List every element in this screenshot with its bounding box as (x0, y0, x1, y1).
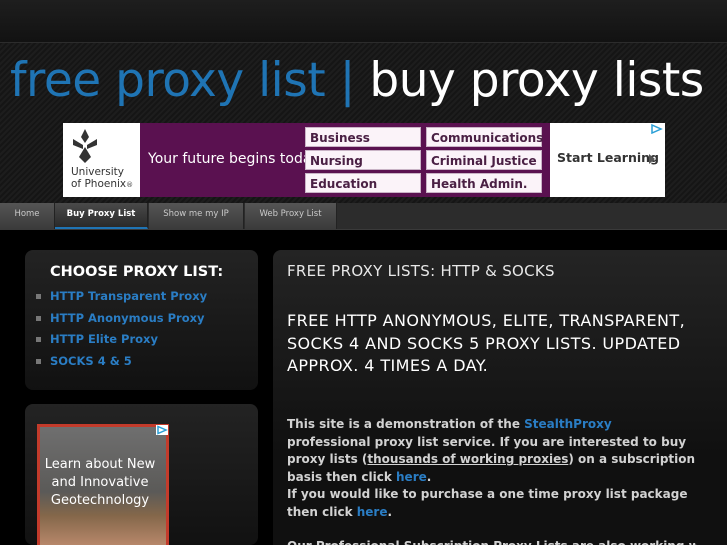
ad-tagline: Your future begins today. (148, 151, 323, 167)
side-ad[interactable]: Learn about New and Innovative Geotechno… (37, 424, 169, 545)
ad-option-nursing[interactable]: Nursing (305, 150, 421, 170)
working-proxies-link[interactable]: thousands of working proxies (367, 452, 568, 466)
nav-show-me-my-ip[interactable]: Show me my IP (149, 203, 244, 229)
ad-option-business[interactable]: Business (305, 127, 421, 147)
intro-paragraph: This site is a demonstration of the Stea… (287, 417, 696, 484)
site-title: free proxy list | buy proxy lists (10, 51, 704, 111)
sidebar-item-socks[interactable]: SOCKS 4 & 5 (36, 354, 207, 376)
sidebar-item-http-elite[interactable]: HTTP Elite Proxy (36, 332, 207, 354)
subscription-paragraph: Our Professional Subscription Proxy List… (287, 538, 697, 545)
ad-option-criminal-justice[interactable]: Criminal Justice (426, 150, 542, 170)
ad-start-learning-button[interactable]: Start Learning (557, 150, 659, 165)
page-title: FREE PROXY LISTS: HTTP & SOCKS (287, 262, 555, 280)
main-nav: Home Buy Proxy List Show me my IP Web Pr… (0, 203, 727, 230)
phoenix-logo-icon (73, 129, 97, 163)
sidebar-item-http-transparent[interactable]: HTTP Transparent Proxy (36, 289, 207, 311)
nav-web-proxy-list[interactable]: Web Proxy List (245, 203, 337, 229)
ad-logo: University of Phoenix® (63, 123, 140, 197)
adchoices-icon[interactable] (651, 124, 663, 134)
top-bar (0, 0, 727, 43)
play-arrow-icon (649, 154, 655, 164)
site-title-buy-proxy-lists[interactable]: buy proxy lists (369, 53, 704, 108)
adchoices-icon[interactable] (156, 425, 168, 435)
site-title-separator: | (325, 53, 370, 108)
sidebar-title: CHOOSE PROXY LIST: (50, 264, 224, 280)
subscription-here-link[interactable]: here (396, 470, 427, 484)
sidebar-proxy-list: HTTP Transparent Proxy HTTP Anonymous Pr… (36, 289, 207, 375)
ad-purple-panel: Your future begins today. Business Commu… (140, 123, 550, 197)
page-subtitle: FREE HTTP ANONYMOUS, ELITE, TRANSPARENT,… (287, 311, 686, 375)
ad-option-communications[interactable]: Communications (426, 127, 543, 147)
ad-logo-text: University of Phoenix® (71, 166, 134, 190)
stealthproxy-link[interactable]: StealthProxy (524, 417, 612, 431)
ad-option-health-admin[interactable]: Health Admin. (426, 173, 542, 193)
ad-banner[interactable]: University of Phoenix® Your future begin… (63, 123, 665, 197)
sidebar-item-http-anonymous[interactable]: HTTP Anonymous Proxy (36, 311, 207, 333)
package-here-link[interactable]: here (357, 505, 388, 519)
site-title-free-proxy-list[interactable]: free proxy list (10, 53, 326, 108)
nav-home[interactable]: Home (0, 203, 55, 229)
ad-option-education[interactable]: Education (305, 173, 421, 193)
purchase-paragraph: If you would like to purchase a one time… (287, 487, 688, 519)
side-ad-text: Learn about New and Innovative Geotechno… (44, 457, 156, 508)
nav-buy-proxy-list[interactable]: Buy Proxy List (55, 203, 148, 229)
